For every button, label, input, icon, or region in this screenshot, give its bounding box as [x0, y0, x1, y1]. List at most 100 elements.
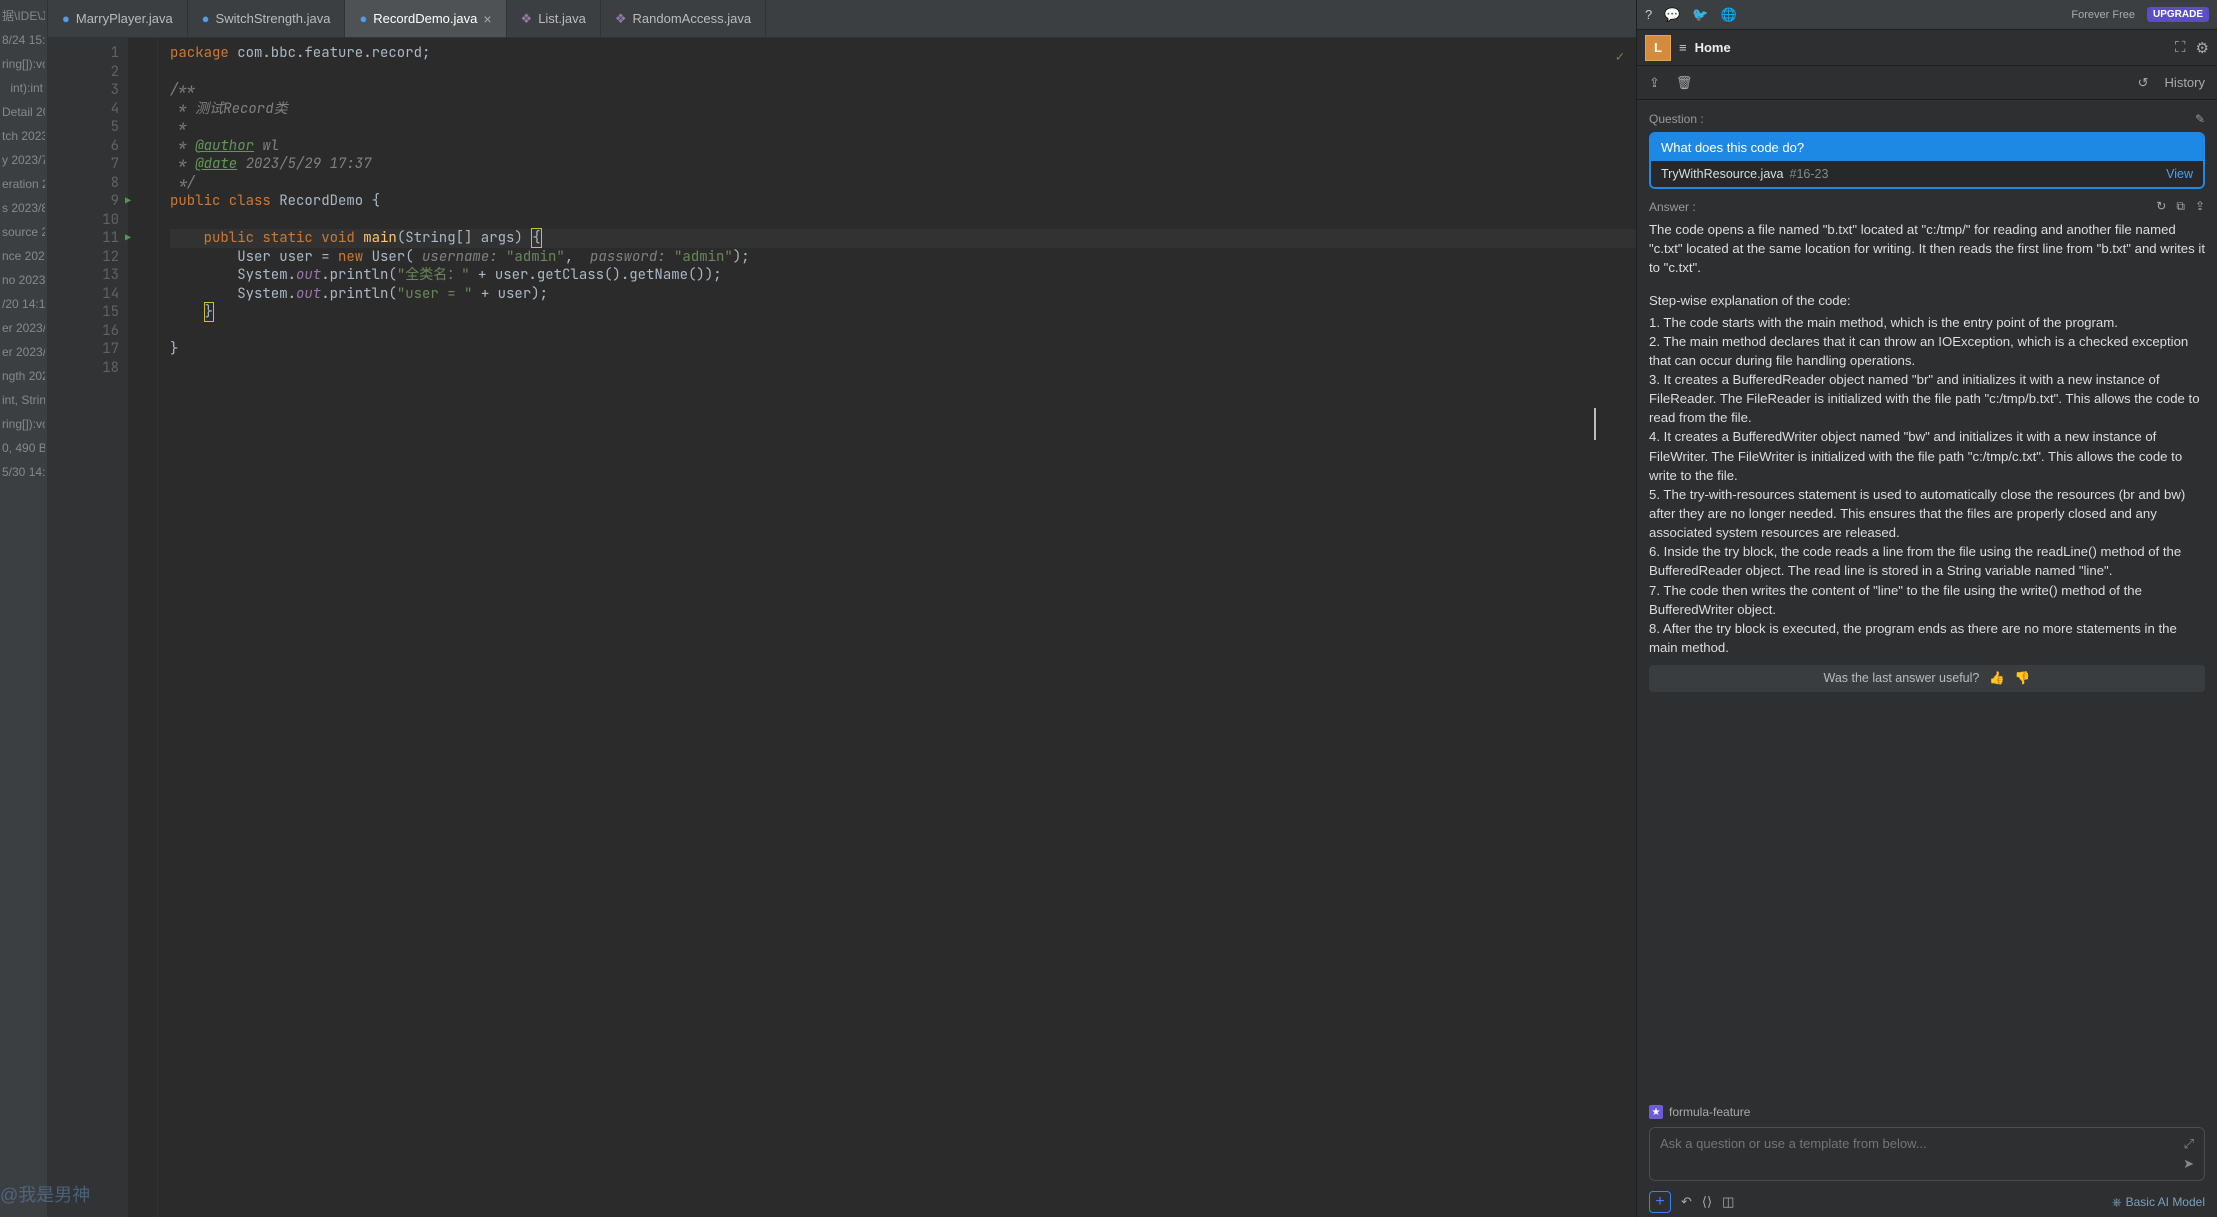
menu-icon[interactable]: ≡	[1679, 40, 1687, 55]
line-number[interactable]: 18	[48, 359, 119, 378]
project-tree-row[interactable]: /20 14:11	[2, 292, 45, 316]
globe-icon[interactable]: 🌐	[1721, 7, 1737, 23]
line-number[interactable]: 10	[48, 211, 119, 230]
project-tree-row[interactable]: Detail 2023	[2, 100, 45, 124]
line-number[interactable]: 8	[48, 174, 119, 193]
answer-label-text: Answer :	[1649, 200, 1696, 214]
code-line[interactable]: * 测试Record类	[170, 100, 1636, 119]
line-number[interactable]: 5	[48, 118, 119, 137]
code-line[interactable]: }	[170, 303, 1636, 322]
view-link[interactable]: View	[2166, 167, 2193, 181]
code-line[interactable]: package com.bbc.feature.record;	[170, 44, 1636, 63]
project-tree-row[interactable]: int):int	[2, 76, 45, 100]
context-chip[interactable]: ★ formula-feature	[1649, 1105, 2205, 1119]
copy-icon[interactable]: ⧉	[2176, 199, 2185, 214]
editor-tab[interactable]: ❖RandomAccess.java	[601, 0, 766, 37]
close-icon[interactable]: ×	[483, 11, 491, 27]
history-icon[interactable]: ↺	[2138, 75, 2149, 91]
undo-icon[interactable]: ↶	[1681, 1194, 1692, 1210]
editor-tab[interactable]: ●SwitchStrength.java	[188, 0, 346, 37]
project-tree-row[interactable]: er 2023/7	[2, 316, 45, 340]
code-line[interactable]: User user = new User( username: "admin",…	[170, 248, 1636, 267]
code-line[interactable]: * @date 2023/5/29 17:37	[170, 155, 1636, 174]
project-tree-row[interactable]: eration 20	[2, 172, 45, 196]
project-tree-row[interactable]: ngth 202	[2, 364, 45, 388]
editor-tab[interactable]: ❖List.java	[507, 0, 601, 37]
line-number[interactable]: 13	[48, 266, 119, 285]
code-line[interactable]: public static void main(String[] args) {	[170, 229, 1636, 248]
avatar[interactable]: L	[1645, 35, 1671, 61]
thumbs-up-icon[interactable]: 👍	[1989, 671, 2005, 686]
project-tree-row[interactable]: ring[]):voi	[2, 412, 45, 436]
line-number[interactable]: 12	[48, 248, 119, 267]
code-line[interactable]	[170, 211, 1636, 230]
expand-icon[interactable]: ⤢	[2184, 1136, 2194, 1152]
line-number[interactable]: 17	[48, 340, 119, 359]
line-number[interactable]: 2	[48, 63, 119, 82]
line-number[interactable]: 4	[48, 100, 119, 119]
line-number[interactable]: 3	[48, 81, 119, 100]
retry-icon[interactable]: ↻	[2156, 199, 2166, 214]
twitter-icon[interactable]: 🐦	[1692, 7, 1708, 23]
editor-tab[interactable]: ●RecordDemo.java×	[345, 0, 506, 37]
question-input[interactable]	[1660, 1136, 2194, 1166]
run-gutter-icon[interactable]: ▶	[125, 229, 131, 248]
project-tree-row[interactable]: s 2023/8/7	[2, 196, 45, 220]
code-line[interactable]: *	[170, 118, 1636, 137]
line-number[interactable]: 7	[48, 155, 119, 174]
code-line[interactable]: System.out.println("user = " + user);	[170, 285, 1636, 304]
project-tree-row[interactable]: tch 2023/7	[2, 124, 45, 148]
line-number[interactable]: 11▶	[48, 229, 119, 248]
project-tree-row[interactable]: 5/30 14:04	[2, 460, 45, 484]
project-tree-row[interactable]: er 2023/7	[2, 340, 45, 364]
line-number[interactable]: 15	[48, 303, 119, 322]
share-answer-icon[interactable]: ⇪	[2195, 199, 2205, 214]
home-label[interactable]: Home	[1695, 40, 1731, 55]
bookmark-icon[interactable]: ◫	[1722, 1194, 1734, 1210]
code-line[interactable]: }	[170, 340, 1636, 359]
code-line[interactable]: public class RecordDemo {	[170, 192, 1636, 211]
project-tree-row[interactable]: no 2023/1	[2, 268, 45, 292]
trash-icon[interactable]: 🗑	[1676, 75, 1693, 91]
line-number[interactable]: 1	[48, 44, 119, 63]
line-number[interactable]: 9▶	[48, 192, 119, 211]
upgrade-button[interactable]: UPGRADE	[2147, 7, 2209, 22]
run-gutter-icon[interactable]: ▶	[125, 192, 131, 211]
line-number[interactable]: 6	[48, 137, 119, 156]
project-tree-row[interactable]: nce 2023	[2, 244, 45, 268]
snippet-icon[interactable]: ⟨⟩	[1702, 1194, 1712, 1210]
qa-scroll[interactable]: Question : ✎ What does this code do? Try…	[1637, 100, 2217, 1097]
project-tree-row[interactable]: 据\IDE\Ja	[2, 4, 45, 28]
project-tree-row[interactable]: ring[]):voi	[2, 52, 45, 76]
add-context-button[interactable]: +	[1649, 1191, 1671, 1213]
file-type-icon: ●	[62, 11, 70, 26]
project-tree-row[interactable]: y 2023/7/1	[2, 148, 45, 172]
help-icon[interactable]: ?	[1645, 7, 1652, 22]
project-tree-row[interactable]: 0, 490 B	[2, 436, 45, 460]
chat-icon[interactable]: 💬	[1664, 7, 1680, 23]
send-icon[interactable]: ➤	[2183, 1156, 2194, 1172]
edit-icon[interactable]: ✎	[2195, 112, 2205, 126]
code-line[interactable]: */	[170, 174, 1636, 193]
line-number[interactable]: 14	[48, 285, 119, 304]
maximize-icon[interactable]: ⛶	[2175, 39, 2186, 57]
project-tree-row[interactable]: source 20	[2, 220, 45, 244]
code-line[interactable]: /**	[170, 81, 1636, 100]
code-line[interactable]	[170, 359, 1636, 378]
model-selector[interactable]: ⎈ Basic AI Model	[2112, 1195, 2205, 1210]
code-line[interactable]: * @author wl	[170, 137, 1636, 156]
tab-label: RandomAccess.java	[633, 11, 752, 26]
code-line[interactable]: System.out.println("全类名：" + user.getClas…	[170, 266, 1636, 285]
code-lines[interactable]: ✓ package com.bbc.feature.record;/** * 测…	[158, 38, 1636, 1217]
gear-icon[interactable]: ⚙	[2196, 39, 2209, 57]
code-line[interactable]	[170, 322, 1636, 341]
project-tree-row[interactable]: int, Strin	[2, 388, 45, 412]
line-number[interactable]: 16	[48, 322, 119, 341]
question-input-box[interactable]: ⤢ ➤	[1649, 1127, 2205, 1181]
project-tree-row[interactable]: 8/24 15:52	[2, 28, 45, 52]
thumbs-down-icon[interactable]: 👎	[2015, 671, 2031, 686]
history-label[interactable]: History	[2165, 75, 2205, 90]
code-line[interactable]	[170, 63, 1636, 82]
share-icon[interactable]: ⇪	[1649, 75, 1660, 91]
editor-tab[interactable]: ●MarryPlayer.java	[48, 0, 188, 37]
